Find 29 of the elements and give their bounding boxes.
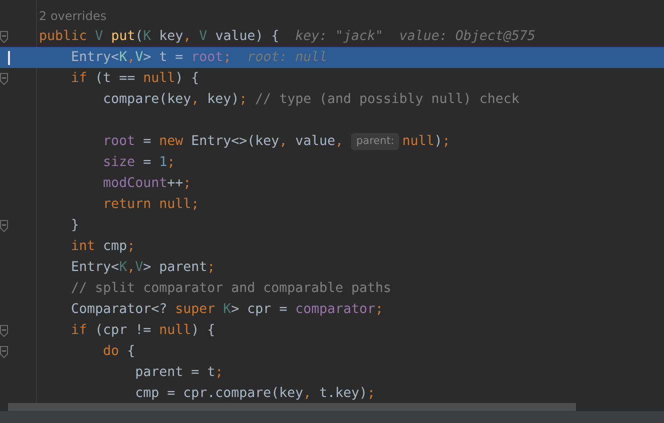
code-line: size = 1; — [102, 154, 176, 172]
code-line: int cmp; — [70, 238, 136, 256]
code-line: null); — [402, 132, 450, 151]
code-line: return null; — [102, 196, 200, 214]
code-line: Entry<K,V> parent; — [70, 258, 216, 277]
fold-marker-icon[interactable] — [0, 73, 8, 85]
debug-value-hint: root: null — [247, 48, 328, 67]
code-line: do { — [102, 342, 136, 361]
code-line: modCount++; — [102, 174, 192, 193]
code-line: if (t == null) { — [70, 70, 200, 88]
code-line: public V put(K key, V value) { — [39, 28, 280, 46]
fold-marker-icon[interactable] — [0, 31, 8, 43]
parameter-name-hint: parent: — [351, 132, 400, 150]
fold-marker-icon[interactable] — [0, 325, 8, 337]
code-line: parent = t; — [134, 364, 224, 382]
code-line: // split comparator and comparable paths — [70, 280, 392, 298]
code-line: cmp = cpr.compare(key, t.key); — [134, 384, 376, 403]
debug-value-hint: value: Object@575 — [399, 28, 536, 46]
fold-marker-icon[interactable] — [0, 346, 8, 358]
code-line: Entry<K,V> t = root; — [70, 48, 232, 67]
fold-marker-icon[interactable] — [0, 220, 8, 232]
code-line: if (cpr != null) { — [70, 322, 216, 340]
debug-value-hint: key: "jack" — [295, 28, 384, 46]
code-line: Comparator<? super K> cpr = comparator; — [70, 300, 384, 319]
code-line: } — [70, 216, 80, 235]
horizontal-scrollbar[interactable] — [8, 403, 576, 411]
code-line: compare(key, key); // type (and possibly null) check — [102, 90, 520, 109]
overrides-hint[interactable]: 2 overrides — [39, 6, 107, 24]
code-line: root = new Entry<>(key, value, — [102, 132, 344, 151]
